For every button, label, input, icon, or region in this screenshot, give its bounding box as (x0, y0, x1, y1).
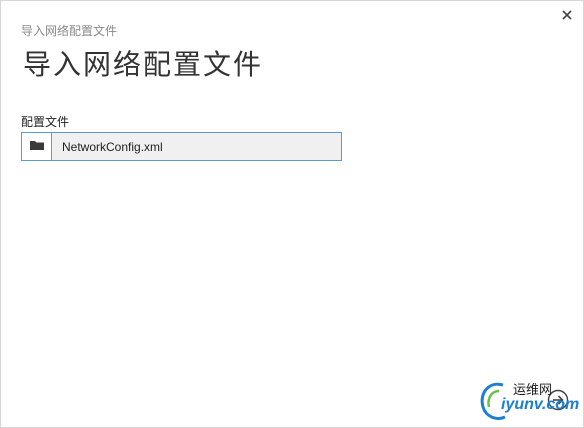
file-name-field[interactable]: NetworkConfig.xml (52, 133, 341, 160)
breadcrumb: 导入网络配置文件 (21, 24, 118, 38)
folder-icon (29, 138, 45, 156)
config-file-picker[interactable]: NetworkConfig.xml (21, 132, 342, 161)
import-network-config-dialog: 导入网络配置文件 导入网络配置文件 配置文件 NetworkConfig.xml (0, 0, 584, 428)
page-title: 导入网络配置文件 (23, 49, 264, 80)
watermark-bottom-text: iyunv.com (501, 396, 580, 413)
config-file-label: 配置文件 (21, 115, 70, 129)
watermark: 运维网 iyunv.com (475, 379, 579, 423)
browse-button[interactable] (22, 133, 52, 160)
close-icon[interactable] (561, 8, 573, 20)
